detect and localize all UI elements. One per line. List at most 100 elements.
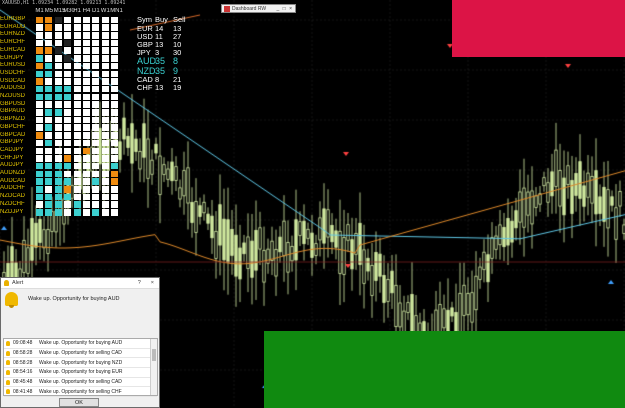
summary-row: CHF 13 19 [137, 84, 191, 92]
signal-cell [36, 47, 43, 54]
signal-cell [92, 101, 100, 108]
signal-cell [54, 39, 62, 47]
signal-cell [83, 85, 90, 93]
signal-cell [73, 147, 81, 154]
summary-buy: 13 [155, 83, 164, 92]
alert-log-row[interactable]: 09:08:48 Wake up. Opportunity for buying … [4, 339, 157, 349]
signal-cell [54, 109, 62, 116]
alert-titlebar: Alert ? × [1, 278, 159, 289]
pair-label: NZDJPY [0, 208, 24, 215]
signal-cell [36, 147, 43, 154]
alert-log-row[interactable]: 08:41:48 Wake up. Opportunity for selling… [4, 387, 157, 398]
bell-icon [5, 292, 18, 308]
log-message: Wake up. Opportunity for selling CHF [39, 388, 122, 395]
pair-label: NZDUSD [0, 93, 25, 99]
pair-label: AUDCAD [0, 177, 26, 184]
signal-cell [92, 78, 100, 85]
supply-zone [452, 0, 625, 57]
alert-log-list[interactable]: 09:08:48 Wake up. Opportunity for buying … [3, 338, 158, 398]
signal-cell [54, 132, 62, 139]
signal-cell [64, 39, 72, 47]
signal-cell [111, 70, 119, 77]
bell-icon [6, 340, 10, 346]
signal-cell [36, 155, 43, 162]
signal-cell [92, 201, 100, 208]
signal-cell [111, 139, 119, 147]
signal-cell [111, 47, 119, 54]
signal-cell [111, 24, 119, 31]
signal-cell [73, 193, 81, 201]
pair-label: GBPAUD [0, 108, 25, 115]
signal-cell [36, 209, 43, 216]
pair-label: EURCHF [0, 39, 25, 46]
signal-cell [101, 124, 109, 131]
signal-cell [73, 62, 81, 70]
signal-cell [83, 101, 90, 108]
signal-cell [64, 70, 72, 77]
signal-cell [101, 62, 109, 70]
signal-cell [73, 85, 81, 93]
dashboard-window-title: Dashboard RW [232, 5, 267, 12]
ok-button[interactable]: OK [59, 398, 99, 407]
pair-label: EURGBP [0, 16, 26, 22]
timeframe-header-h4: H4 [82, 8, 91, 14]
pair-label: NZDCAD [0, 193, 25, 200]
signal-cell [92, 147, 100, 154]
signal-cell [83, 70, 90, 77]
bell-icon [6, 389, 10, 395]
signal-cell [92, 116, 100, 124]
signal-cell [36, 178, 43, 185]
bell-icon [6, 360, 10, 366]
signal-cell [45, 16, 53, 24]
signal-cell [73, 109, 81, 116]
signal-cell [92, 109, 100, 116]
signal-cell [54, 139, 62, 147]
timeframe-header-m1: M1 [35, 8, 44, 14]
signal-cell [64, 55, 72, 62]
pair-label: USDCAD [0, 77, 26, 84]
signal-cell [111, 93, 119, 101]
signal-cell [83, 162, 90, 170]
help-button[interactable]: ? [138, 280, 141, 286]
signal-cell [111, 32, 119, 39]
signal-cell [83, 32, 90, 39]
bell-icon [6, 369, 10, 375]
log-time: 08:58:28 [13, 350, 33, 357]
pair-label: EURJPY [0, 54, 24, 61]
signal-cell [45, 186, 53, 193]
alert-log-row[interactable]: 08:54:16 Wake up. Opportunity for buying … [4, 368, 157, 378]
log-scrollbar[interactable] [150, 339, 157, 395]
signal-cell [64, 78, 72, 85]
signal-cell [45, 132, 53, 139]
close-button[interactable]: × [151, 280, 154, 286]
window-controls[interactable]: _ □ × [277, 6, 296, 12]
signal-cell [45, 62, 53, 70]
signal-cell [92, 85, 100, 93]
alert-log-row[interactable]: 08:58:28 Wake up. Opportunity for buying … [4, 358, 157, 369]
signal-cell [111, 209, 119, 216]
bell-icon [6, 350, 10, 356]
signal-cell [45, 162, 53, 170]
signal-cell [111, 55, 119, 62]
signal-cell [101, 186, 109, 193]
signal-cell [64, 193, 72, 201]
signal-cell [111, 170, 119, 178]
signal-cell [45, 201, 53, 208]
signal-cell [64, 162, 72, 170]
signal-cell [45, 155, 53, 162]
signal-cell [73, 24, 81, 31]
signal-cell [64, 32, 72, 39]
dashboard-window-tab[interactable]: Dashboard RW _ □ × [221, 4, 296, 13]
alert-log-row[interactable]: 08:58:28 Wake up. Opportunity for selling… [4, 349, 157, 359]
signal-cell [92, 162, 100, 170]
signal-cell [54, 193, 62, 201]
signal-cell [45, 101, 53, 108]
signal-cell [92, 32, 100, 39]
alert-log-row[interactable]: 08:45:48 Wake up. Opportunity for selling… [4, 378, 157, 388]
signal-cell [36, 70, 43, 77]
timeframe-header-mn1: MN1 [110, 8, 123, 14]
signal-cell [111, 39, 119, 47]
log-time: 08:54:16 [13, 369, 33, 376]
log-message: Wake up. Opportunity for selling CAD [39, 350, 122, 357]
timeframe-header-w1: W1 [100, 8, 110, 14]
